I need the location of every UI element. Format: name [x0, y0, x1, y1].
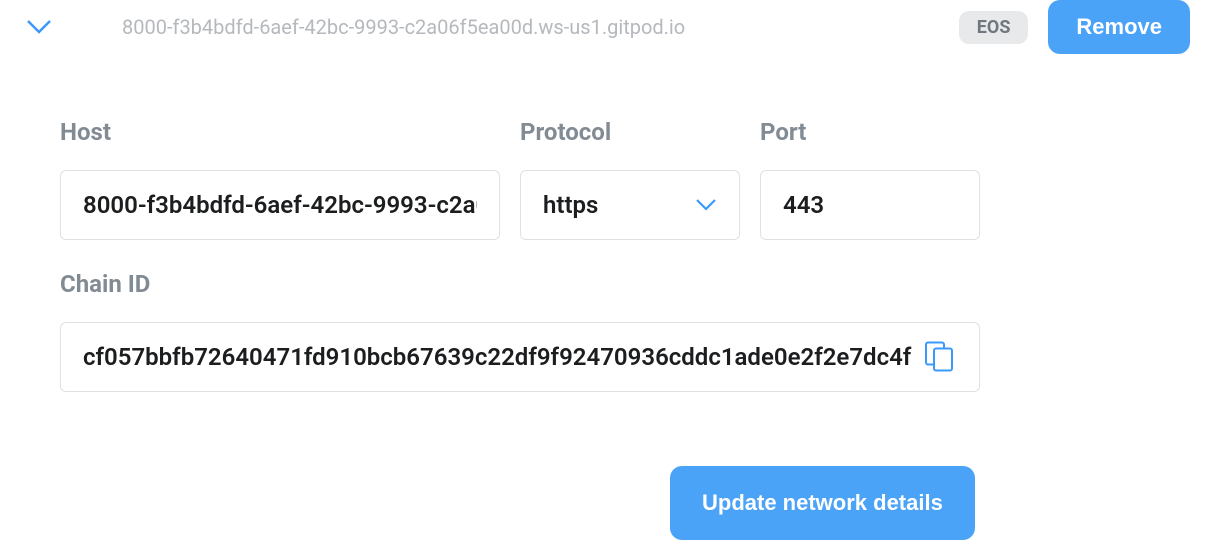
- field-group-port: Port: [760, 118, 980, 240]
- field-group-chainid: Chain ID: [60, 270, 980, 392]
- protocol-label: Protocol: [520, 118, 740, 146]
- field-row-chainid: Chain ID: [60, 270, 980, 392]
- update-network-button[interactable]: Update network details: [670, 466, 975, 540]
- field-group-protocol: Protocol https: [520, 118, 740, 240]
- host-label: Host: [60, 118, 500, 146]
- port-label: Port: [760, 118, 980, 146]
- expand-toggle[interactable]: [26, 19, 52, 35]
- copy-chainid-button[interactable]: [918, 335, 960, 380]
- chainid-input[interactable]: [60, 322, 980, 392]
- chainid-wrapper: [60, 322, 980, 392]
- protocol-value: https: [543, 191, 598, 219]
- chevron-down-icon: [695, 198, 717, 212]
- remove-button[interactable]: Remove: [1048, 0, 1190, 54]
- top-row: 8000-f3b4bdfd-6aef-42bc-9993-c2a06f5ea00…: [0, 0, 1226, 54]
- host-input[interactable]: [60, 170, 500, 240]
- protocol-select-wrapper: https: [520, 170, 740, 240]
- port-input[interactable]: [760, 170, 980, 240]
- chevron-down-icon: [26, 19, 52, 35]
- network-url: 8000-f3b4bdfd-6aef-42bc-9993-c2a06f5ea00…: [122, 15, 959, 39]
- protocol-select[interactable]: https: [520, 170, 740, 240]
- network-form: Host Protocol https Port Chain ID: [60, 118, 980, 422]
- copy-icon: [922, 339, 956, 373]
- field-group-host: Host: [60, 118, 500, 240]
- chain-type-badge: EOS: [959, 11, 1029, 44]
- chainid-label: Chain ID: [60, 270, 980, 298]
- field-row-top: Host Protocol https Port: [60, 118, 980, 240]
